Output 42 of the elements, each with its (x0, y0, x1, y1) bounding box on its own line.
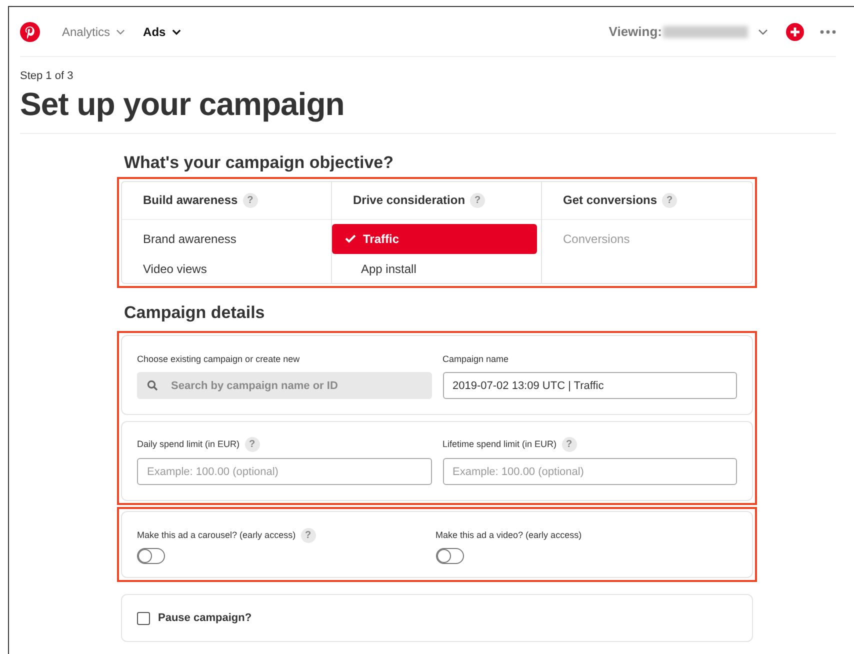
chevron-down-icon[interactable] (758, 28, 768, 34)
spend-limit-field[interactable]: Example: 100.00 (optional) (442, 458, 737, 485)
field-label: Daily spend limit (in EUR) (137, 438, 240, 451)
page-title: Set up your campaign (20, 84, 346, 122)
help-button[interactable]: ? (470, 192, 486, 208)
search-field[interactable]: Search by campaign name or ID (137, 372, 432, 399)
check-icon (345, 234, 356, 243)
nav-tab[interactable]: Ads (143, 22, 181, 40)
column-title: Build awareness (143, 192, 238, 209)
add-icon[interactable] (786, 22, 804, 40)
help-button[interactable]: ? (562, 437, 577, 452)
search-icon (147, 380, 158, 391)
viewing-label: Viewing: (608, 22, 662, 41)
field-label: Choose existing campaign or create new (137, 352, 301, 366)
column-title: Drive consideration (353, 192, 466, 209)
help-button[interactable]: ? (300, 528, 316, 543)
toggle-switch[interactable] (137, 548, 165, 564)
step-indicator: Step 1 of 3 (20, 69, 74, 84)
more-icon[interactable] (820, 30, 836, 34)
help-button[interactable]: ? (242, 192, 258, 208)
spend-limit-field[interactable]: Example: 100.00 (optional) (137, 458, 432, 485)
field-label: Lifetime spend limit (in EUR) (442, 438, 557, 451)
toggle-label: Make this ad a video? (early access) (436, 528, 582, 542)
chevron-down-icon (116, 28, 126, 34)
column-title: Get conversions (563, 192, 658, 209)
campaign-name-field[interactable]: 2019-07-02 13:09 UTC | Traffic (442, 372, 737, 399)
toggle-switch[interactable] (436, 548, 464, 564)
section-heading: Campaign details (124, 302, 266, 324)
toggle-label: Make this ad a carousel? (early access) (137, 528, 296, 542)
objective-option[interactable]: Brand awareness (122, 224, 331, 254)
objective-option[interactable]: App install (340, 254, 541, 284)
objective-option[interactable]: Video views (122, 254, 331, 284)
chevron-down-icon (172, 28, 181, 34)
checkbox-label: Pause campaign? (158, 610, 252, 626)
field-label: Campaign name (442, 352, 510, 366)
checkbox[interactable] (137, 612, 150, 624)
help-button[interactable]: ? (662, 192, 678, 208)
objective-option[interactable]: Traffic (332, 224, 537, 254)
pinterest-logo-icon[interactable] (20, 22, 40, 42)
help-button[interactable]: ? (244, 437, 260, 452)
section-heading: What's your campaign objective? (124, 152, 394, 174)
nav-tab[interactable]: Analytics (62, 22, 126, 40)
